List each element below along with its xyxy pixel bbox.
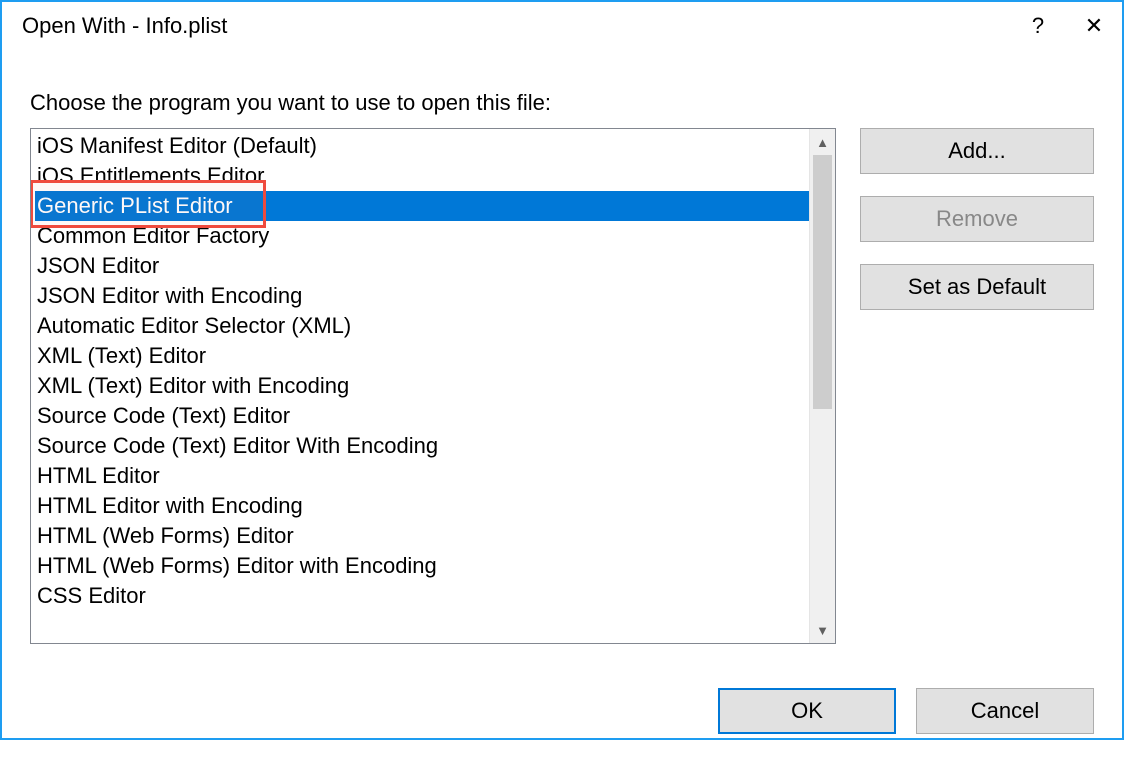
list-item[interactable]: JSON Editor (35, 251, 809, 281)
program-list-container: iOS Manifest Editor (Default)iOS Entitle… (30, 128, 836, 644)
program-list[interactable]: iOS Manifest Editor (Default)iOS Entitle… (31, 129, 809, 643)
instruction-label: Choose the program you want to use to op… (30, 90, 1094, 116)
list-item[interactable]: iOS Entitlements Editor (35, 161, 809, 191)
scroll-track[interactable] (810, 155, 835, 617)
help-button[interactable]: ? (1010, 2, 1066, 50)
scroll-down-arrow-icon[interactable]: ▼ (810, 617, 835, 643)
cancel-button[interactable]: Cancel (916, 688, 1094, 734)
list-item[interactable]: XML (Text) Editor (35, 341, 809, 371)
side-button-column: Add... Remove Set as Default (860, 128, 1094, 310)
list-item[interactable]: Generic PList Editor (35, 191, 809, 221)
list-item[interactable]: Source Code (Text) Editor With Encoding (35, 431, 809, 461)
list-item[interactable]: CSS Editor (35, 581, 809, 611)
titlebar: Open With - Info.plist ? ✕ (2, 2, 1122, 50)
content-area: Choose the program you want to use to op… (2, 50, 1122, 664)
scrollbar[interactable]: ▲ ▼ (809, 129, 835, 643)
list-item[interactable]: HTML Editor with Encoding (35, 491, 809, 521)
set-default-button[interactable]: Set as Default (860, 264, 1094, 310)
body-row: iOS Manifest Editor (Default)iOS Entitle… (30, 128, 1094, 644)
window-title: Open With - Info.plist (22, 13, 1010, 39)
list-item[interactable]: XML (Text) Editor with Encoding (35, 371, 809, 401)
close-button[interactable]: ✕ (1066, 2, 1122, 50)
list-item[interactable]: HTML (Web Forms) Editor with Encoding (35, 551, 809, 581)
list-item[interactable]: HTML Editor (35, 461, 809, 491)
add-button[interactable]: Add... (860, 128, 1094, 174)
list-item[interactable]: Common Editor Factory (35, 221, 809, 251)
scroll-up-arrow-icon[interactable]: ▲ (810, 129, 835, 155)
ok-button[interactable]: OK (718, 688, 896, 734)
remove-button[interactable]: Remove (860, 196, 1094, 242)
list-item[interactable]: Automatic Editor Selector (XML) (35, 311, 809, 341)
list-item[interactable]: iOS Manifest Editor (Default) (35, 131, 809, 161)
list-item[interactable]: Source Code (Text) Editor (35, 401, 809, 431)
scroll-thumb[interactable] (813, 155, 832, 409)
list-item[interactable]: JSON Editor with Encoding (35, 281, 809, 311)
list-item[interactable]: HTML (Web Forms) Editor (35, 521, 809, 551)
open-with-dialog: Open With - Info.plist ? ✕ Choose the pr… (0, 0, 1124, 740)
dialog-footer: OK Cancel (2, 664, 1122, 758)
